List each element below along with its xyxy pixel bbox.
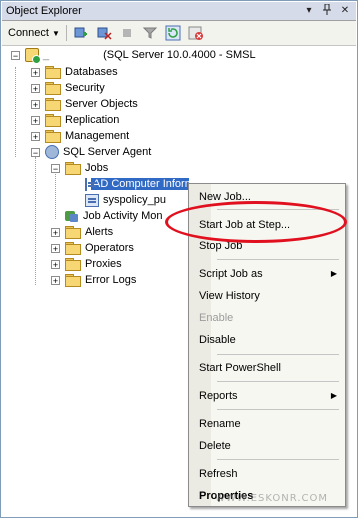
folder-icon [45, 130, 61, 143]
menu-separator [217, 459, 339, 460]
object-explorer-panel: Object Explorer ▾ ✕ Connect ▼ − _ (SQL S… [0, 0, 358, 518]
menu-separator [217, 259, 339, 260]
menu-item-enable: Enable [199, 312, 234, 324]
folder-icon [45, 114, 61, 127]
tree-row-replication[interactable]: + Replication [31, 112, 119, 128]
menu-separator [217, 381, 339, 382]
collapse-icon[interactable]: − [11, 50, 20, 60]
activity-monitor-icon [65, 209, 79, 223]
folder-icon [45, 98, 61, 111]
job-icon [85, 177, 96, 191]
collapse-icon[interactable]: − [31, 147, 40, 157]
folder-icon [65, 258, 81, 271]
tree-item-label: Error Logs [85, 274, 137, 286]
tree-row-proxies[interactable]: + Proxies [51, 256, 122, 272]
tree-row-databases[interactable]: + Databases [31, 64, 118, 80]
folder-icon [65, 274, 81, 287]
collapse-icon[interactable]: − [51, 163, 60, 173]
agent-icon [45, 145, 59, 159]
expand-icon[interactable]: + [31, 99, 40, 109]
menu-item-disable[interactable]: Disable [199, 330, 339, 350]
expand-icon[interactable]: + [51, 275, 60, 285]
tree-row-alerts[interactable]: + Alerts [51, 224, 113, 240]
close-icon[interactable]: ✕ [338, 4, 352, 18]
menu-item-refresh[interactable]: Refresh [199, 464, 339, 484]
connect-object-icon[interactable] [95, 24, 113, 42]
expand-icon[interactable]: + [51, 227, 60, 237]
server-redacted: _ [43, 49, 50, 61]
tree-item-label: Jobs [85, 162, 109, 174]
watermark: WWW.ESKONR.COM [215, 493, 328, 504]
expand-icon[interactable]: + [31, 67, 40, 77]
menu-separator [217, 354, 339, 355]
job-icon [85, 193, 99, 207]
server-label: (SQL Server 10.0.4000 - SMSL [103, 49, 256, 61]
title-bar: Object Explorer ▾ ✕ [2, 2, 356, 21]
filter-icon[interactable] [141, 24, 159, 42]
tree-item-label: Databases [65, 66, 118, 78]
menu-item-start-powershell[interactable]: Start PowerShell [199, 358, 339, 378]
menu-item-stop-job[interactable]: Stop Job [199, 236, 339, 256]
context-menu: New Job... Start Job at Step... Stop Job… [188, 183, 346, 507]
tree-row-server-objects[interactable]: + Server Objects [31, 96, 138, 112]
expand-icon[interactable]: + [51, 243, 60, 253]
tree-row-security[interactable]: + Security [31, 80, 105, 96]
connect-label: Connect [8, 27, 49, 39]
tree-item-label: Operators [85, 242, 134, 254]
menu-item-view-history[interactable]: View History [199, 286, 339, 306]
expand-icon[interactable]: + [31, 131, 40, 141]
selected-job-label: AD Computer Information [91, 178, 189, 190]
menu-item-rename[interactable]: Rename [199, 414, 339, 434]
folder-icon [65, 162, 81, 175]
menu-item-new-job[interactable]: New Job... [199, 187, 339, 207]
connect-button[interactable]: Connect ▼ [8, 27, 60, 39]
menu-separator [217, 209, 339, 210]
pin-icon[interactable] [320, 3, 334, 18]
tree-item-label: Proxies [85, 258, 122, 270]
tree-item-label: Replication [65, 114, 120, 126]
folder-icon [45, 82, 61, 95]
refresh-icon[interactable] [164, 24, 182, 42]
menu-item-reports[interactable]: Reports ▶ [199, 386, 339, 406]
folder-icon [65, 226, 81, 239]
folder-icon [45, 66, 61, 79]
panel-title: Object Explorer [6, 5, 82, 17]
submenu-arrow-icon: ▶ [330, 269, 337, 278]
tree-item-label: SQL Server Agent [63, 146, 152, 158]
toolbar-separator [65, 25, 67, 41]
menu-item-start-job-at-step[interactable]: Start Job at Step... [199, 215, 339, 235]
toolbar: Connect ▼ [2, 21, 356, 46]
tree-row-management[interactable]: + Management [31, 128, 129, 144]
tree-row-error-logs[interactable]: + Error Logs [51, 272, 136, 288]
server-icon [25, 48, 41, 64]
tree-row-server[interactable]: − _ (SQL Server 10.0.4000 - SMSL [11, 47, 256, 64]
tree-item-label: Security [65, 82, 105, 94]
menu-item-script-job-as[interactable]: Script Job as ▶ [199, 264, 339, 284]
expand-icon[interactable]: + [31, 115, 40, 125]
tree-item-label: Management [65, 130, 130, 142]
tree-row-sql-server-agent[interactable]: − SQL Server Agent [31, 144, 151, 160]
submenu-arrow-icon: ▶ [330, 391, 337, 400]
disconnect-icon[interactable] [187, 24, 205, 42]
expand-icon[interactable]: + [31, 83, 40, 93]
tree-row-job[interactable]: AD Computer Information [85, 176, 189, 192]
dropdown-icon[interactable]: ▾ [302, 4, 316, 18]
tree-row-jobs[interactable]: − Jobs [51, 160, 108, 176]
connect-db-icon[interactable] [72, 24, 90, 42]
tree-row-job-activity-monitor[interactable]: Job Activity Mon [65, 208, 189, 224]
tree-item-label: Job Activity Mon [83, 210, 163, 222]
chevron-down-icon: ▼ [51, 28, 60, 38]
folder-icon [65, 242, 81, 255]
menu-separator [217, 409, 339, 410]
tree-item-label: Server Objects [65, 98, 138, 110]
tree-row-operators[interactable]: + Operators [51, 240, 134, 256]
job-label: syspolicy_pu [103, 194, 166, 206]
stop-icon[interactable] [118, 24, 136, 42]
tree-row-job[interactable]: syspolicy_pu [85, 192, 189, 208]
menu-item-delete[interactable]: Delete [199, 436, 339, 456]
expand-icon[interactable]: + [51, 259, 60, 269]
tree-item-label: Alerts [85, 226, 114, 238]
